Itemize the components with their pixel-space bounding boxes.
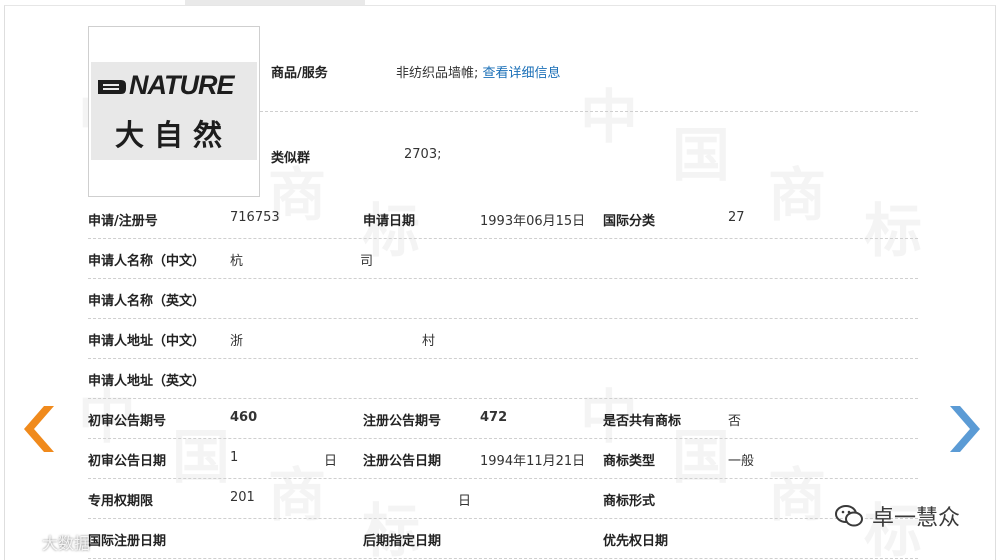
prelim-date-label: 初审公告日期 (88, 454, 167, 469)
intl-reg-date-label: 国际注册日期 (88, 534, 167, 549)
reg-pub-no-value: 472 (480, 410, 508, 425)
reg-pub-date-value: 1994年11月21日 (480, 454, 586, 469)
wechat-icon (835, 505, 863, 527)
reg-pub-date-label: 注册公告日期 (363, 454, 442, 469)
tm-type-value: 一般 (728, 454, 755, 469)
similar-group-label: 类似群 (271, 151, 311, 166)
shared-mark-value: 否 (728, 414, 742, 429)
trademark-logo: NATURE 大自然 (91, 62, 257, 160)
apply-date-value: 1993年06月15日 (480, 214, 586, 229)
info-row: 申请人地址（中文） 浙 村 (88, 318, 918, 359)
wechat-watermark: 卓一慧众 (834, 500, 960, 532)
prelim-date-value-start: 1 (230, 450, 239, 465)
reg-no-value: 716753 (230, 210, 280, 225)
view-details-link[interactable]: 查看详细信息 (483, 66, 561, 81)
prelim-no-label: 初审公告期号 (88, 414, 167, 429)
wechat-account-name: 卓一慧众 (872, 506, 961, 531)
info-row: 国际注册日期 后期指定日期 优先权日期 (88, 518, 918, 559)
reg-pub-no-label: 注册公告期号 (363, 414, 442, 429)
info-row: 申请人名称（英文） (88, 278, 918, 319)
applicant-cn-value-start: 杭 (230, 254, 244, 269)
applicant-cn-label: 申请人名称（中文） (88, 254, 206, 269)
info-row: 专用权期限 201 日 商标形式 (88, 478, 918, 519)
info-row: 申请/注册号 716753 申请日期 1993年06月15日 国际分类 27 (88, 198, 918, 239)
tm-form-label: 商标形式 (603, 494, 656, 509)
intl-class-label: 国际分类 (603, 214, 656, 229)
exclusive-period-label: 专用权期限 (88, 494, 154, 509)
address-en-label: 申请人地址（英文） (88, 374, 206, 389)
info-row: 申请人地址（英文） (88, 358, 918, 399)
similar-group-value: 2703; (404, 147, 442, 162)
weibo-account-name: 大数据 (42, 534, 91, 553)
apply-date-label: 申请日期 (363, 214, 416, 229)
reg-no-label: 申请/注册号 (88, 214, 158, 229)
tm-type-label: 商标类型 (603, 454, 656, 469)
similar-group-row: 类似群 2703; (260, 111, 918, 197)
address-cn-value-end: 村 (422, 334, 436, 349)
address-cn-value-start: 浙 (230, 334, 244, 349)
info-row: 初审公告期号 460 注册公告期号 472 是否共有商标 否 (88, 398, 918, 439)
trademark-detail-page: 中 国 商 标 中 国 商 标 中 国 商 标 中 国 商 标 NATURE 大… (0, 0, 1004, 560)
goods-services-row: 商品/服务 非纺织品墙帷; 查看详细信息 (260, 40, 918, 112)
next-record-button[interactable] (948, 404, 982, 454)
exclusive-period-value-start: 201 (230, 490, 255, 505)
weibo-watermark: 大数据 (8, 530, 90, 554)
weibo-icon (9, 534, 36, 552)
goods-services-label: 商品/服务 (271, 66, 328, 81)
address-cn-label: 申请人地址（中文） (88, 334, 206, 349)
prelim-no-value: 460 (230, 410, 258, 425)
applicant-en-label: 申请人名称（英文） (88, 294, 206, 309)
shared-mark-label: 是否共有商标 (603, 414, 682, 429)
goods-services-text: 非纺织品墙帷; (396, 66, 479, 81)
priority-date-label: 优先权日期 (603, 534, 669, 549)
goods-services-value: 非纺织品墙帷; 查看详细信息 (396, 62, 561, 81)
trademark-image[interactable]: NATURE 大自然 (88, 26, 260, 197)
arrow-left-icon (24, 406, 54, 452)
intl-class-value: 27 (728, 210, 745, 225)
prev-record-button[interactable] (22, 404, 56, 454)
prelim-date-value-end: 日 (324, 454, 338, 469)
exclusive-period-value-end: 日 (458, 494, 472, 509)
nature-mark-icon (98, 80, 126, 94)
logo-chinese-text: 大自然 (115, 118, 233, 152)
later-designation-date-label: 后期指定日期 (363, 534, 442, 549)
arrow-right-icon (950, 406, 980, 452)
applicant-cn-value-end: 司 (360, 254, 374, 269)
info-row: 初审公告日期 1 日 注册公告日期 1994年11月21日 商标类型 一般 (88, 438, 918, 479)
info-row: 申请人名称（中文） 杭 司 (88, 238, 918, 279)
logo-english-text: NATURE (129, 70, 234, 100)
